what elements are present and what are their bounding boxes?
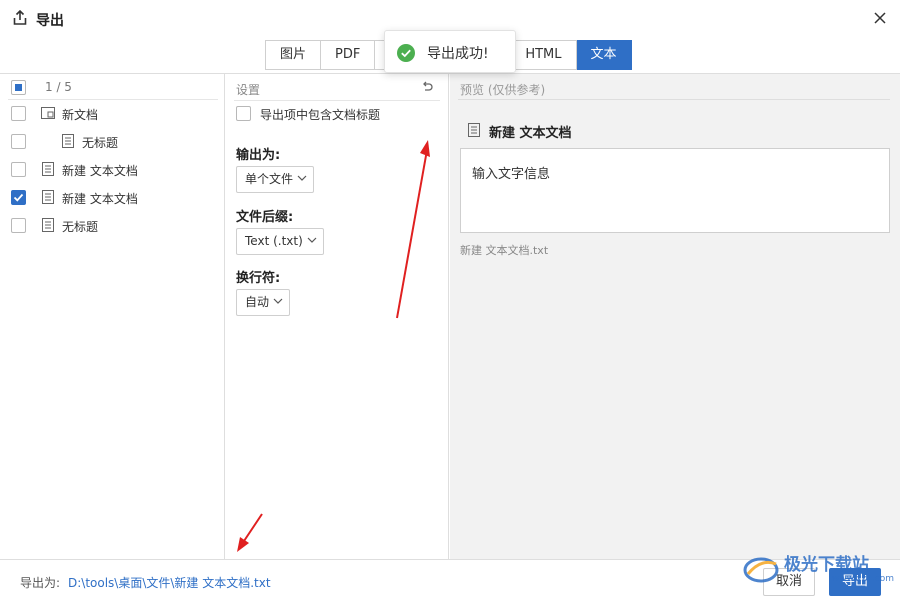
output-as-select[interactable]: 单个文件 [236,166,315,193]
chevron-down-icon [307,237,317,243]
list-item[interactable]: 新文档 [0,100,225,128]
list-item[interactable]: 新建 文本文档 [0,184,225,212]
item-label: 新建 文本文档 [62,164,138,178]
undo-icon[interactable] [421,81,433,93]
settings-panel: 设置 导出项中包含文档标题 输出为: 单个文件 文件后缀: Text (.txt… [226,74,449,559]
document-list-panel: 1 / 5 新文档 无标题 新建 文本文档 新建 文本文档 无标题 [0,74,225,559]
tab-html[interactable]: HTML [511,40,577,70]
divider [234,100,440,101]
divider [458,99,890,100]
tab-image[interactable]: 图片 [265,40,322,70]
doc-icon [42,190,54,204]
toast-message: 导出成功! [427,46,489,62]
tab-text[interactable]: 文本 [576,40,632,70]
selection-count: 1 / 5 [45,80,72,94]
preview-content-box: 输入文字信息 [460,148,890,233]
item-checkbox[interactable] [11,162,26,177]
list-item[interactable]: 新建 文本文档 [0,156,225,184]
check-circle-icon [397,44,415,62]
checkmark-icon [13,193,24,202]
item-label: 新建 文本文档 [62,192,138,206]
doc-icon [42,218,54,232]
item-checkbox[interactable] [11,106,26,121]
item-checkbox[interactable] [11,218,26,233]
select-all-checkbox[interactable] [11,80,26,95]
settings-title: 设置 [236,83,261,97]
preview-content: 输入文字信息 [472,167,551,182]
tab-pdf[interactable]: PDF [321,40,376,70]
suffix-label: 文件后缀: [236,210,294,225]
item-checkbox[interactable] [11,134,26,149]
include-title-checkbox[interactable] [236,106,251,121]
item-label: 无标题 [82,136,119,150]
watermark-logo: 极光下载站 www.xz7.com [742,550,894,590]
doc-icon [62,134,74,148]
preview-title: 预览 (仅供参考) [460,83,546,97]
preview-filename: 新建 文本文档.txt [460,244,549,257]
close-icon[interactable] [872,10,888,26]
export-path-label: 导出为: [20,576,61,590]
newline-select[interactable]: 自动 [236,289,291,316]
list-item[interactable]: 无标题 [0,212,225,240]
suffix-select[interactable]: Text (.txt) [236,228,324,255]
preview-doc-title: 新建 文本文档 [489,126,572,141]
select-all-row: 1 / 5 [0,74,225,102]
item-label: 无标题 [62,220,99,234]
item-label: 新文档 [62,108,99,122]
list-item[interactable]: 无标题 [0,128,225,156]
preview-panel: 预览 (仅供参考) 新建 文本文档 输入文字信息 新建 文本文档.txt [450,74,900,559]
export-icon [13,10,27,25]
output-as-value: 单个文件 [245,172,294,186]
doc-icon [468,123,480,137]
chevron-down-icon [297,175,307,181]
newline-value: 自动 [245,295,270,309]
dialog-title: 导出 [36,13,64,29]
export-path-link[interactable]: D:\tools\桌面\文件\新建 文本文档.txt [68,574,271,591]
item-checkbox[interactable] [11,190,26,205]
output-as-label: 输出为: [236,148,281,163]
suffix-value: Text (.txt) [245,234,303,248]
chevron-down-icon [273,298,283,304]
folder-doc-icon [41,107,55,119]
watermark-text: 极光下载站 [784,555,869,575]
newline-label: 换行符: [236,271,281,286]
success-toast: 导出成功! [384,30,516,73]
doc-icon [42,162,54,176]
aurora-logo-icon [743,557,779,583]
watermark-url: www.xz7.com [832,574,894,584]
include-title-label: 导出项中包含文档标题 [260,108,381,122]
